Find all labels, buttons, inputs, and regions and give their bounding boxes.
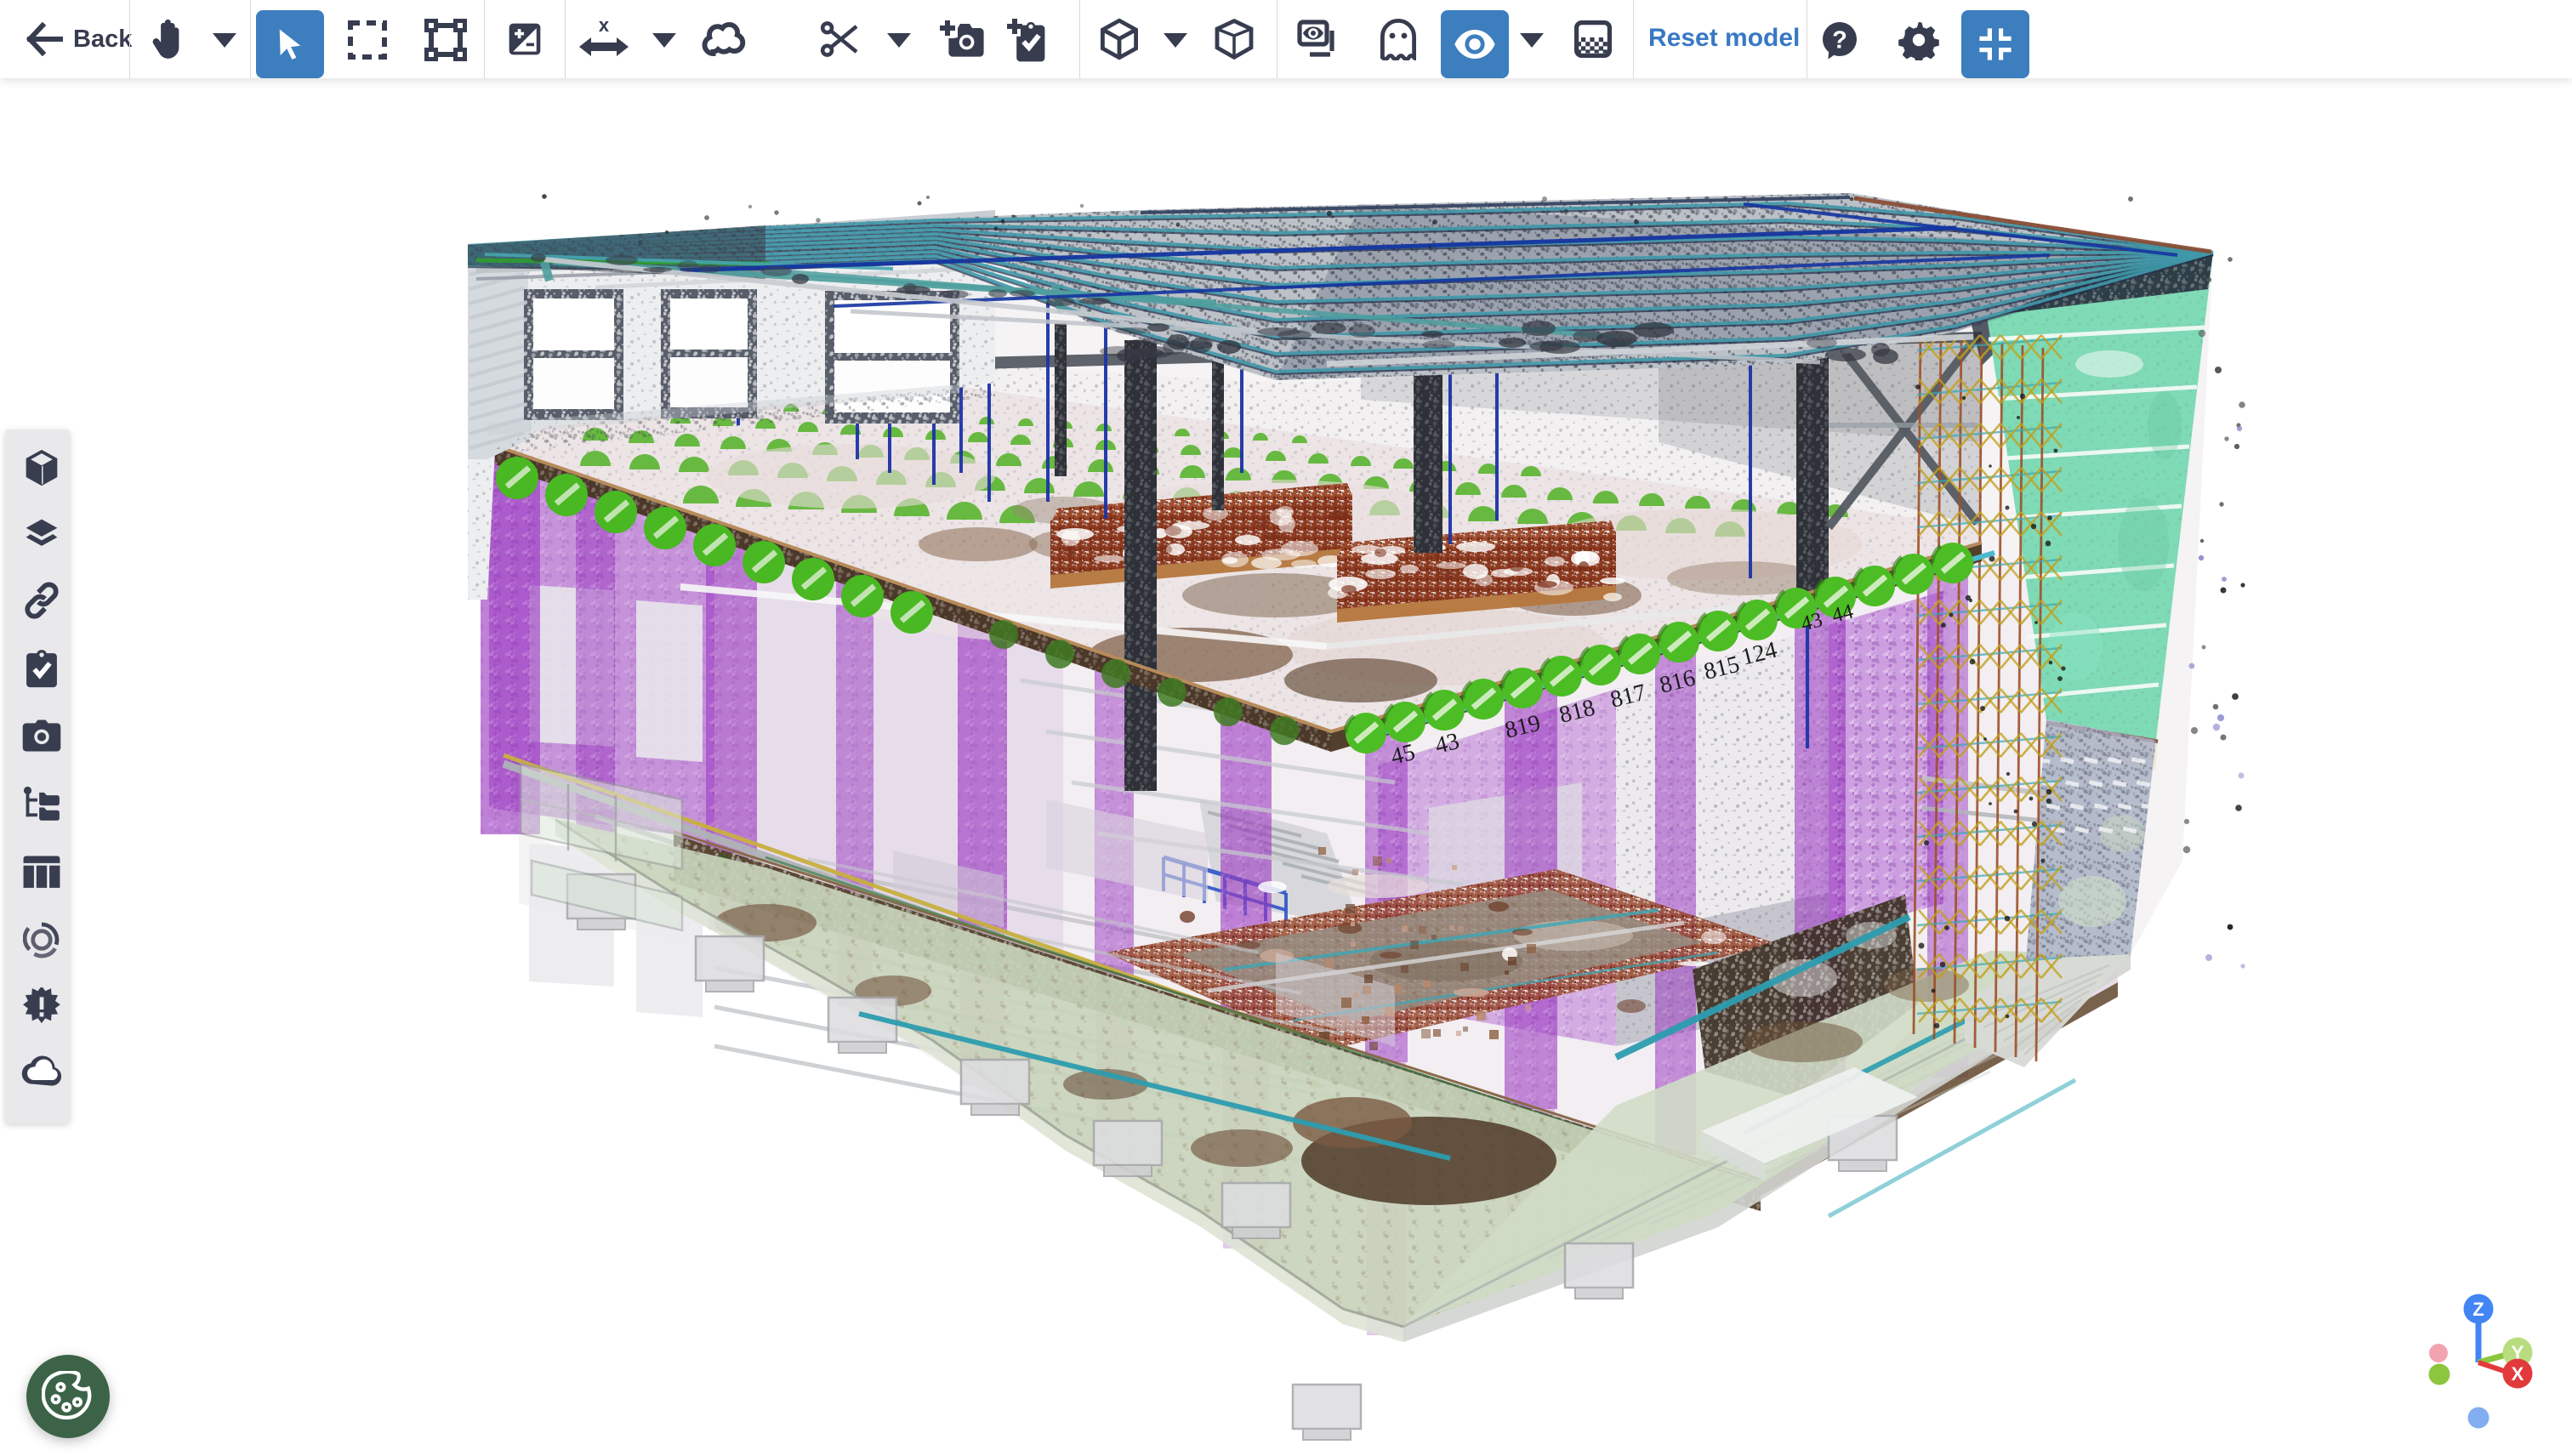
svg-text:Z: Z [2472,1299,2484,1320]
svg-text:X: X [2512,1363,2524,1385]
svg-text:x: x [599,17,610,36]
svg-text:?: ? [1832,26,1847,54]
